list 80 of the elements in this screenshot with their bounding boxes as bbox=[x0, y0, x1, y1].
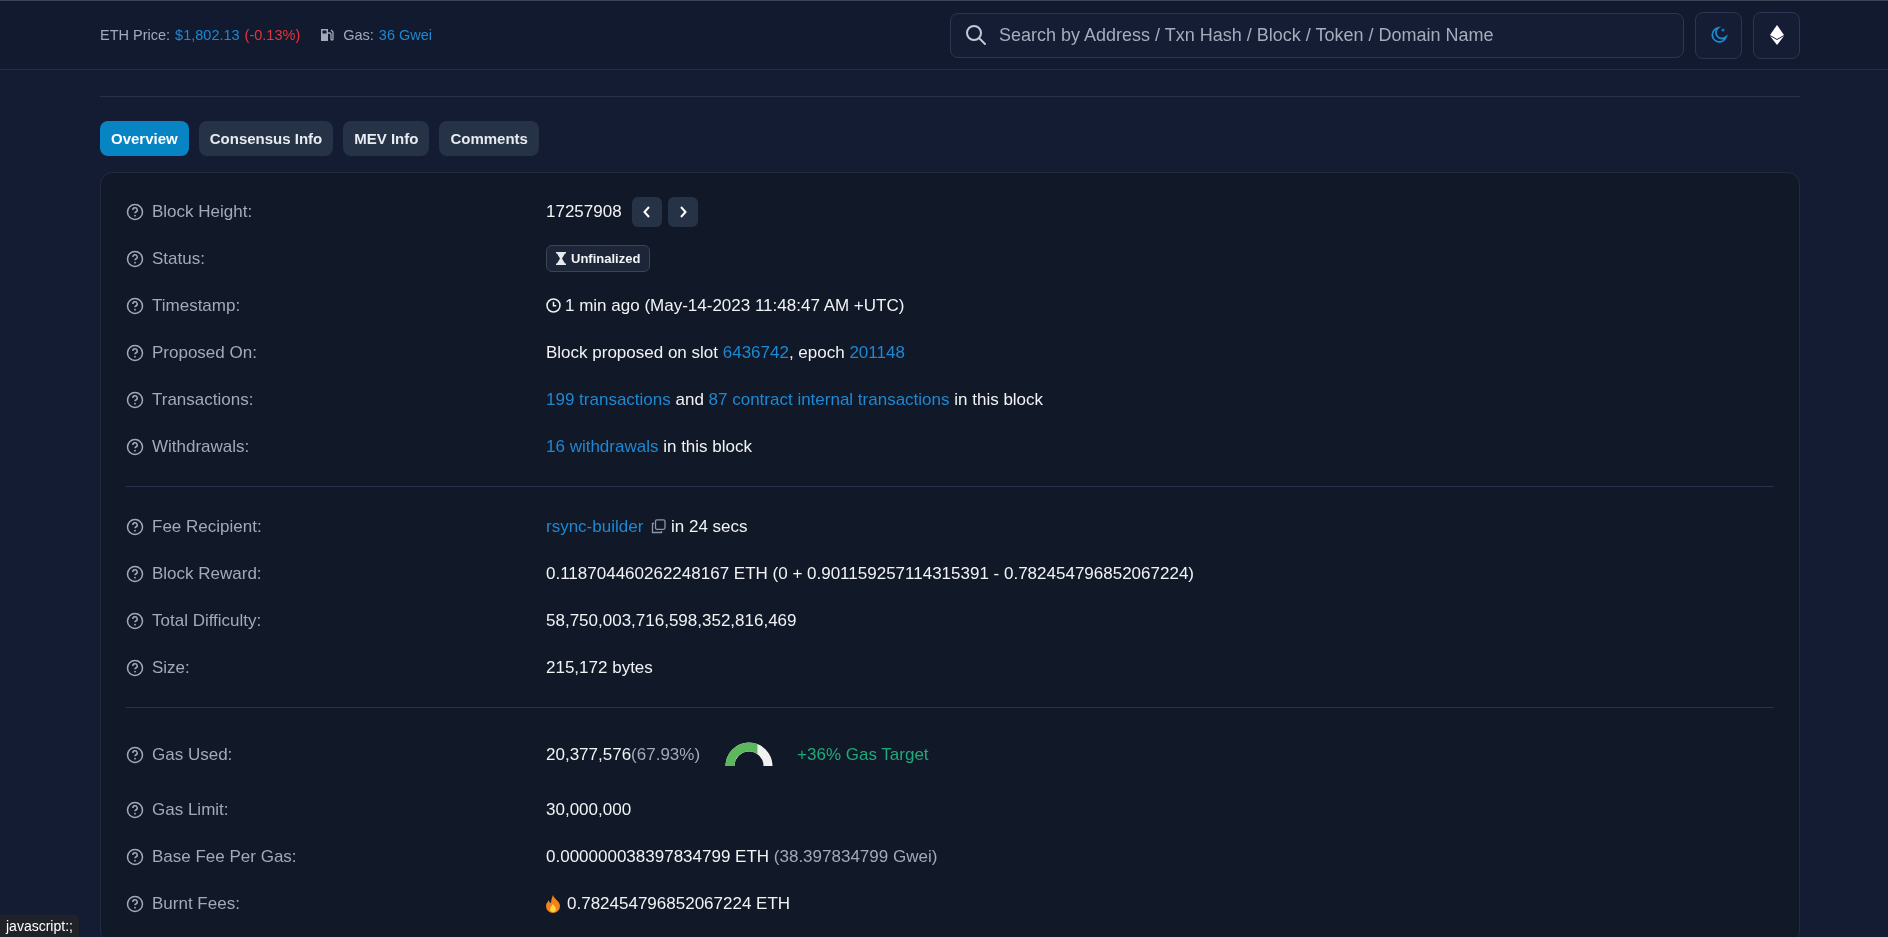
help-icon[interactable] bbox=[126, 564, 144, 583]
value-text: 1 min ago (May-14-2023 11:48:47 AM +UTC) bbox=[565, 295, 905, 316]
field-label: Proposed On: bbox=[152, 342, 257, 363]
value-link[interactable]: 201148 bbox=[849, 342, 905, 363]
value-text: 0.782454796852067224 ETH bbox=[567, 893, 791, 914]
eth-price-link[interactable]: $1,802.13 bbox=[175, 27, 240, 43]
value-link[interactable]: 6436742 bbox=[722, 342, 789, 363]
help-icon[interactable] bbox=[126, 249, 144, 268]
value-text: 0.000000038397834799 ETH bbox=[546, 846, 771, 867]
value-text: Block proposed on slot bbox=[546, 342, 719, 363]
theme-toggle-button[interactable] bbox=[1695, 11, 1742, 59]
value-text: in this block bbox=[953, 389, 1044, 410]
help-icon[interactable] bbox=[126, 517, 144, 536]
field-label: Withdrawals: bbox=[152, 436, 250, 457]
field-label: Gas Used: bbox=[152, 745, 233, 765]
chevron-right-icon bbox=[678, 205, 687, 218]
status-badge: Unfinalized bbox=[546, 245, 651, 272]
gas-price-link[interactable]: 36 Gwei bbox=[378, 27, 433, 43]
help-icon[interactable] bbox=[126, 611, 144, 630]
field-label: Base Fee Per Gas: bbox=[152, 846, 297, 867]
tab[interactable]: Comments bbox=[439, 121, 539, 156]
value-link[interactable]: rsync-builder bbox=[546, 516, 644, 537]
search-box[interactable]: Search by Address / Txn Hash / Block / Token / Domain Name bbox=[950, 12, 1684, 58]
help-icon[interactable] bbox=[126, 343, 144, 362]
help-icon[interactable] bbox=[126, 202, 144, 221]
gas-label: Gas: bbox=[343, 27, 374, 43]
value-note: (38.397834799 Gwei) bbox=[773, 846, 938, 867]
value-link[interactable]: 87 contract internal transactions bbox=[708, 389, 950, 410]
help-icon[interactable] bbox=[126, 800, 144, 819]
clock-icon bbox=[546, 298, 561, 313]
diamond-icon bbox=[1769, 25, 1784, 45]
field-label: Timestamp: bbox=[152, 295, 241, 316]
help-icon[interactable] bbox=[126, 746, 144, 764]
eth-price-label: ETH Price: bbox=[100, 27, 171, 43]
tab[interactable]: Consensus Info bbox=[198, 121, 334, 156]
moon-icon bbox=[1709, 26, 1728, 44]
value-text: 215,172 bytes bbox=[546, 657, 653, 678]
help-icon[interactable] bbox=[126, 894, 144, 913]
value-text: 30,000,000 bbox=[546, 799, 632, 820]
value-text: , epoch bbox=[788, 342, 846, 363]
network-button[interactable] bbox=[1753, 11, 1800, 59]
value-link[interactable]: 16 withdrawals bbox=[546, 436, 659, 457]
value-text: in this block bbox=[662, 436, 752, 457]
chevron-left-icon bbox=[642, 205, 651, 218]
tab[interactable]: MEV Info bbox=[343, 121, 430, 156]
help-icon[interactable] bbox=[126, 847, 144, 866]
value-text: in 24 secs bbox=[670, 516, 748, 537]
value-text: 0.118704460262248167 ETH (0 + 0.901159257114315391 - 0.782454796852067224) bbox=[546, 563, 1194, 584]
help-icon[interactable] bbox=[126, 658, 144, 677]
flame-icon bbox=[546, 894, 560, 913]
search-icon bbox=[965, 24, 987, 46]
fuel-pump-icon bbox=[319, 27, 336, 43]
gas-target-text: +36% Gas Target bbox=[797, 745, 929, 765]
field-label: Burnt Fees: bbox=[152, 893, 240, 914]
help-icon[interactable] bbox=[126, 437, 144, 456]
search-field[interactable]: Search by Address / Txn Hash / Block / Token / Domain Name bbox=[997, 23, 1669, 47]
status-bar-text: javascript:; bbox=[0, 915, 79, 937]
value-note: (67.93%) bbox=[631, 745, 701, 765]
copy-icon[interactable] bbox=[651, 519, 667, 534]
field-label: Fee Recipient: bbox=[152, 516, 262, 537]
value-text: 17257908 bbox=[546, 201, 622, 222]
field-label: Block Height: bbox=[152, 201, 253, 222]
value-text: and bbox=[674, 389, 705, 410]
hourglass-icon bbox=[556, 252, 566, 265]
field-label: Block Reward: bbox=[152, 563, 262, 584]
previous-block-button[interactable] bbox=[631, 196, 662, 227]
tab[interactable]: Overview bbox=[100, 121, 189, 156]
field-label: Gas Limit: bbox=[152, 799, 229, 820]
field-label: Size: bbox=[152, 657, 190, 678]
field-label: Total Difficulty: bbox=[152, 610, 262, 631]
value-text: 58,750,003,716,598,352,816,469 bbox=[546, 610, 797, 631]
next-block-button[interactable] bbox=[667, 196, 698, 227]
value-text: 20,377,576 bbox=[546, 745, 632, 765]
price-change: (-0.13%) bbox=[244, 27, 301, 43]
field-label: Transactions: bbox=[152, 389, 254, 410]
gas-gauge bbox=[725, 742, 774, 768]
help-icon[interactable] bbox=[126, 296, 144, 315]
value-link[interactable]: 199 transactions bbox=[546, 389, 671, 410]
help-icon[interactable] bbox=[126, 390, 144, 409]
field-label: Status: bbox=[152, 248, 205, 269]
